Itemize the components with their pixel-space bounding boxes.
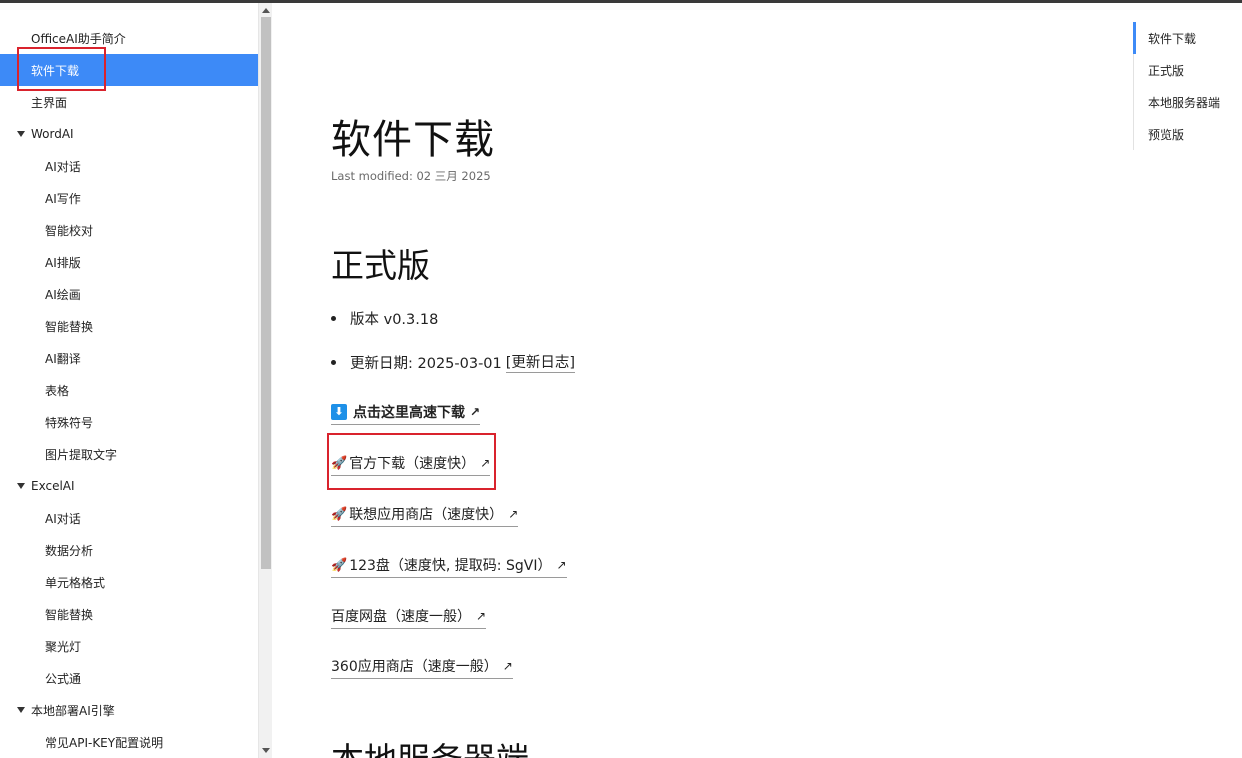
sidebar-item-label: ExcelAI (31, 479, 75, 493)
sidebar-item-label: AI对话 (45, 159, 81, 174)
scroll-down-icon[interactable] (262, 748, 270, 753)
external-link-icon: ↗ (480, 456, 491, 470)
sidebar-item-ai-writing[interactable]: AI写作 (0, 182, 258, 214)
page-title: 软件下载 (331, 117, 495, 163)
sidebar-item-label: 特殊符号 (45, 415, 94, 430)
sidebar-section-excelai[interactable]: ExcelAI (0, 470, 258, 502)
fast-download-link[interactable]: ⬇ 点击这里高速下载 ↗ (331, 402, 481, 425)
sidebar-item-formula[interactable]: 公式通 (0, 662, 258, 694)
sidebar-item-ai-layout[interactable]: AI排版 (0, 246, 258, 278)
sidebar-item-word-replace[interactable]: 智能替换 (0, 310, 258, 342)
sidebar-section-wordai[interactable]: WordAI (0, 118, 258, 150)
sidebar-item-spotlight[interactable]: 聚光灯 (0, 630, 258, 662)
link-label: 联想应用商店（速度快） (349, 507, 504, 523)
sidebar-item-ai-drawing[interactable]: AI绘画 (0, 278, 258, 310)
sidebar-item-main-ui[interactable]: 主界面 (0, 86, 258, 118)
sidebar-item-excel-replace[interactable]: 智能替换 (0, 598, 258, 630)
sidebar-item-label: 智能替换 (45, 319, 94, 334)
download-icon: ⬇ (331, 404, 347, 420)
sidebar-item-label: 单元格格式 (45, 575, 106, 590)
last-modified: Last modified: 02 三月 2025 (331, 169, 491, 183)
rocket-icon: 🚀 (331, 506, 348, 522)
toc-active-indicator (1133, 22, 1136, 54)
sidebar-item-label: 聚光灯 (45, 639, 82, 654)
rocket-icon: 🚀 (331, 557, 348, 573)
sidebar-item-label: 公式通 (45, 671, 82, 686)
external-link-icon: ↗ (556, 558, 567, 572)
sidebar-item-api-key[interactable]: 常见API-KEY配置说明 (0, 726, 258, 758)
sidebar-item-label: 图片提取文字 (45, 447, 118, 462)
scroll-up-icon[interactable] (262, 8, 270, 13)
section-heading-official: 正式版 (331, 246, 430, 285)
caret-down-icon (17, 707, 25, 713)
update-date-text: 更新日期: 2025-03-01 (350, 355, 502, 372)
rocket-icon: 🚀 (331, 455, 348, 471)
link-label: 百度网盘（速度一般） (331, 609, 471, 625)
toc-item-download[interactable]: 软件下载 (1148, 30, 1196, 47)
scrollbar-thumb[interactable] (261, 17, 271, 569)
toc-item-official[interactable]: 正式版 (1148, 62, 1184, 79)
sidebar-item-label: AI写作 (45, 191, 81, 206)
sidebar-item-label: AI绘画 (45, 287, 81, 302)
sidebar-item-label: OfficeAI助手简介 (31, 31, 126, 46)
version-text: 版本 v0.3.18 (350, 312, 439, 328)
sidebar-item-label: WordAI (31, 127, 74, 141)
sidebar-item-intro[interactable]: OfficeAI助手简介 (0, 22, 258, 54)
link-label: 官方下载（速度快） (349, 456, 476, 472)
sidebar-item-label: 智能替换 (45, 607, 94, 622)
link-label: 123盘（速度快, 提取码: SgVI） (349, 558, 552, 574)
sidebar-scrollbar[interactable] (258, 3, 272, 758)
sidebar-item-label: 常见API-KEY配置说明 (45, 735, 164, 750)
update-date-bullet: 更新日期: 2025-03-01 [更新日志] (331, 351, 576, 373)
baidu-pan-link[interactable]: 百度网盘（速度一般） ↗ (331, 606, 487, 629)
sidebar-item-label: AI排版 (45, 255, 81, 270)
sidebar-item-label: AI对话 (45, 511, 81, 526)
toc-item-local-server[interactable]: 本地服务器端 (1148, 94, 1220, 111)
caret-down-icon (17, 483, 25, 489)
sidebar-item-excel-ai-chat[interactable]: AI对话 (0, 502, 258, 534)
sidebar-item-special-symbols[interactable]: 特殊符号 (0, 406, 258, 438)
sidebar-item-word-ai-chat[interactable]: AI对话 (0, 150, 258, 182)
pan123-link[interactable]: 🚀 123盘（速度快, 提取码: SgVI） ↗ (331, 555, 567, 578)
sidebar-item-label: AI翻译 (45, 351, 81, 366)
sidebar-item-download[interactable]: 软件下载 (0, 54, 258, 86)
external-link-icon: ↗ (476, 609, 487, 623)
changelog-link[interactable]: [更新日志] (505, 351, 576, 373)
sidebar-item-label: 主界面 (31, 95, 68, 110)
version-bullet: 版本 v0.3.18 (331, 308, 438, 329)
sidebar-item-ai-translate[interactable]: AI翻译 (0, 342, 258, 374)
link-label: 360应用商店（速度一般） (331, 659, 498, 675)
external-link-icon: ↗ (502, 659, 513, 673)
caret-down-icon (17, 131, 25, 137)
bullet-icon (331, 359, 336, 365)
sidebar-item-cell-format[interactable]: 单元格格式 (0, 566, 258, 598)
link-label: 点击这里高速下载 (353, 405, 465, 421)
external-link-icon: ↗ (470, 405, 481, 419)
sidebar-item-label: 智能校对 (45, 223, 94, 238)
sidebar-item-label: 数据分析 (45, 543, 94, 558)
bullet-icon (331, 316, 336, 321)
sidebar-item-label: 表格 (45, 383, 70, 398)
sidebar-item-table[interactable]: 表格 (0, 374, 258, 406)
toc-item-preview[interactable]: 预览版 (1148, 126, 1184, 143)
store360-link[interactable]: 360应用商店（速度一般） ↗ (331, 656, 513, 679)
section-heading-local: 本地服务器端 (331, 733, 529, 758)
sidebar-item-label: 软件下载 (31, 63, 80, 78)
external-link-icon: ↗ (508, 507, 519, 521)
official-download-link[interactable]: 🚀 官方下载（速度快） ↗ (331, 453, 491, 476)
sidebar-item-label: 本地部署AI引擎 (31, 703, 115, 718)
sidebar-section-local-ai[interactable]: 本地部署AI引擎 (0, 694, 258, 726)
lenovo-store-link[interactable]: 🚀 联想应用商店（速度快） ↗ (331, 504, 519, 527)
sidebar-item-ocr[interactable]: 图片提取文字 (0, 438, 258, 470)
sidebar-nav: OfficeAI助手简介 软件下载 主界面 WordAI AI对话 AI写作 智… (0, 3, 258, 758)
sidebar-item-data-analysis[interactable]: 数据分析 (0, 534, 258, 566)
main-content: 软件下载 Last modified: 02 三月 2025 正式版 版本 v0… (273, 3, 1133, 758)
sidebar-item-proofread[interactable]: 智能校对 (0, 214, 258, 246)
